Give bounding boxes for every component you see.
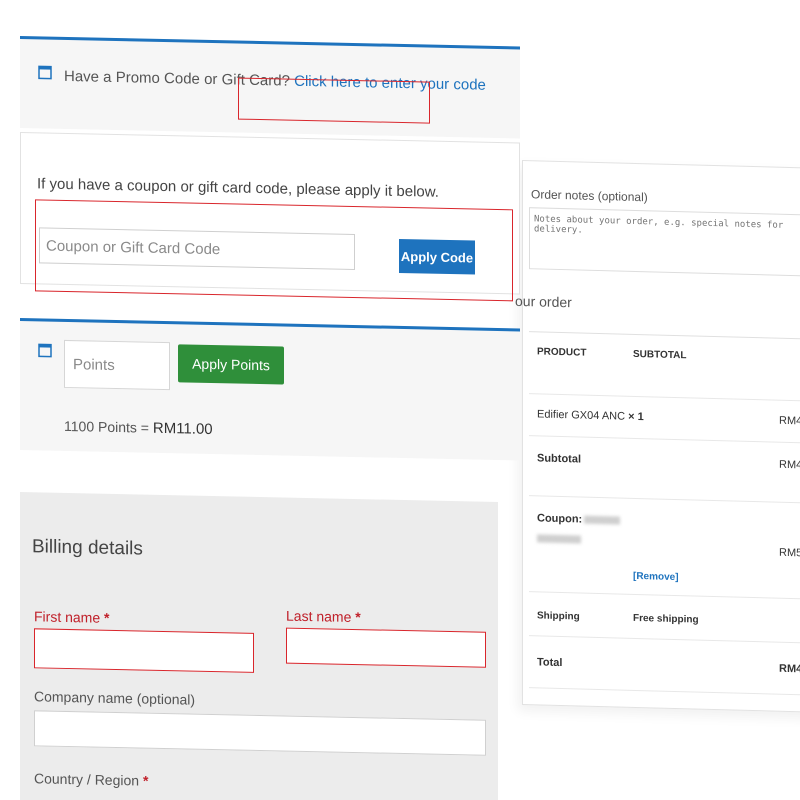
calendar-icon xyxy=(38,65,52,80)
subtotal-value: RM45 xyxy=(779,458,800,472)
country-region-label: Country / Region * xyxy=(34,770,148,788)
order-item-name: Edifier GX04 ANC xyxy=(537,408,626,423)
your-order-heading: our order xyxy=(515,292,572,311)
remove-coupon-link[interactable]: [Remove] xyxy=(633,571,679,583)
order-notes-field[interactable] xyxy=(529,207,800,278)
order-item-product: Edifier GX04 ANC × 1 xyxy=(537,408,644,423)
coupon-value: RM50 xyxy=(779,546,800,560)
shipping-value: Free shipping xyxy=(633,612,699,626)
total-value: RM409 xyxy=(779,662,800,676)
apply-points-button[interactable]: Apply Points xyxy=(178,344,284,385)
coupon-label-wrap: Coupon: xyxy=(537,512,621,526)
shipping-label: Shipping xyxy=(537,610,580,623)
points-rate-value: RM11.00 xyxy=(152,419,213,439)
redacted-coupon-detail xyxy=(537,534,581,544)
coupon-code-input[interactable] xyxy=(39,227,355,271)
apply-code-button[interactable]: Apply Code xyxy=(399,238,475,275)
redacted-coupon-code xyxy=(584,515,621,525)
calendar-icon xyxy=(38,343,52,358)
company-name-input[interactable] xyxy=(34,710,486,756)
order-total-row: Total RM409 xyxy=(529,636,800,697)
col-product-header: PRODUCT xyxy=(537,346,587,359)
order-review-panel: Order notes (optional) our order PRODUCT… xyxy=(515,160,800,713)
promo-question: Have a Promo Code or Gift Card? xyxy=(64,67,290,90)
total-label: Total xyxy=(537,656,563,670)
subtotal-label: Subtotal xyxy=(537,452,581,466)
first-name-input[interactable] xyxy=(34,628,254,673)
order-table-header: PRODUCT SUBTOTAL xyxy=(529,332,800,403)
required-mark: * xyxy=(104,609,110,626)
promo-notice-text: Have a Promo Code or Gift Card? Click he… xyxy=(64,68,486,94)
coupon-form: If you have a coupon or gift card code, … xyxy=(20,132,520,302)
order-table: PRODUCT SUBTOTAL Edifier GX04 ANC × 1 RM… xyxy=(529,331,800,697)
coupon-label: Coupon: xyxy=(537,512,583,526)
required-mark: * xyxy=(355,609,361,626)
billing-details-form: Billing details First name * Last name *… xyxy=(20,492,498,800)
col-subtotal-header: SUBTOTAL xyxy=(633,348,687,362)
points-rate-label: 1100 Points = xyxy=(64,417,153,436)
order-coupon-row: Coupon: RM50 [Remove] xyxy=(529,496,800,601)
country-label-text: Country / Region xyxy=(34,770,140,789)
last-name-input[interactable] xyxy=(286,627,486,668)
points-conversion-text: 1100 Points = RM11.00 xyxy=(64,418,213,438)
enter-code-link[interactable]: Click here to enter your code xyxy=(294,73,486,94)
order-notes-label: Order notes (optional) xyxy=(531,187,648,205)
last-name-label: Last name * xyxy=(286,608,361,626)
order-item-price: RM45 xyxy=(779,414,800,428)
required-mark: * xyxy=(142,772,149,789)
coupon-help-text: If you have a coupon or gift card code, … xyxy=(37,175,439,201)
last-name-label-text: Last name xyxy=(286,607,352,625)
first-name-label-text: First name xyxy=(34,608,101,626)
order-item-qty: × 1 xyxy=(628,410,644,424)
order-subtotal-row: Subtotal RM45 xyxy=(529,436,800,505)
checkout-left-panel: Have a Promo Code or Gift Card? Click he… xyxy=(20,36,520,800)
points-redeem-section: Apply Points 1100 Points = RM11.00 xyxy=(20,318,520,461)
company-name-label: Company name (optional) xyxy=(34,688,196,708)
points-input[interactable] xyxy=(64,339,170,391)
promo-notice: Have a Promo Code or Gift Card? Click he… xyxy=(20,36,520,139)
first-name-label: First name * xyxy=(34,608,109,626)
billing-details-title: Billing details xyxy=(32,536,143,560)
